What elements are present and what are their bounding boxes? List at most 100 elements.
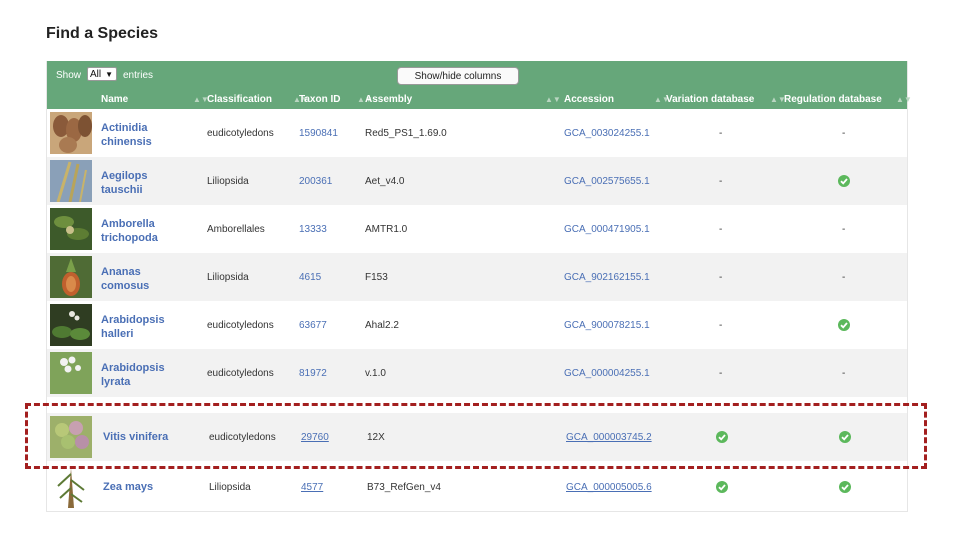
taxon-id-link[interactable]: 4577 bbox=[301, 463, 323, 511]
species-name: Zea mays bbox=[103, 481, 154, 493]
column-header-regulation[interactable]: Regulation database ▲▼ bbox=[784, 90, 912, 109]
classification-cell: eudicotyledons bbox=[207, 319, 274, 331]
table-row: Aegilops tauschii Liliopsida 200361 Aet_… bbox=[47, 157, 907, 205]
species-epithet: halleri bbox=[101, 328, 134, 340]
accession-link[interactable]: GCA_902162155.1 bbox=[564, 253, 650, 301]
entries-value: All bbox=[90, 69, 102, 80]
table-row: Actinidia chinensis eudicotyledons 15908… bbox=[47, 109, 907, 157]
species-epithet: lyrata bbox=[101, 376, 131, 388]
column-header-classification[interactable]: Classification ▲▼ bbox=[207, 90, 309, 109]
entries-label: entries bbox=[123, 70, 154, 81]
classification-cell: eudicotyledons bbox=[207, 127, 274, 139]
variation-cell: - bbox=[719, 367, 723, 379]
accession-link[interactable]: GCA_900078215.1 bbox=[564, 301, 650, 349]
species-epithet: comosus bbox=[101, 280, 150, 292]
table-row: Arabidopsis lyrata eudicotyledons 81972 … bbox=[47, 349, 907, 397]
page-title: Find a Species bbox=[46, 25, 159, 42]
taxon-id-link[interactable]: 4615 bbox=[299, 253, 321, 301]
taxon-id-link[interactable]: 1590841 bbox=[299, 109, 338, 157]
show-label: Show bbox=[56, 70, 82, 81]
assembly-cell: Ahal2.2 bbox=[365, 319, 399, 331]
species-epithet: tauschii bbox=[101, 184, 143, 196]
species-epithet: chinensis bbox=[101, 136, 152, 148]
species-image bbox=[50, 208, 92, 250]
regulation-cell: - bbox=[842, 223, 846, 235]
regulation-cell: - bbox=[842, 271, 846, 283]
regulation-cell bbox=[838, 157, 850, 205]
table-row: Amborella trichopoda Amborellales 13333 … bbox=[47, 205, 907, 253]
entries-select[interactable]: All ▼ bbox=[87, 67, 117, 81]
column-header-label: Variation database bbox=[666, 94, 755, 105]
taxon-id-link[interactable]: 81972 bbox=[299, 349, 327, 397]
sort-icon: ▲▼ bbox=[896, 95, 912, 104]
species-name-link[interactable]: Ananas comosus bbox=[101, 265, 201, 293]
classification-cell: Liliopsida bbox=[207, 271, 249, 283]
check-icon bbox=[839, 481, 851, 493]
variation-cell: - bbox=[719, 127, 723, 139]
assembly-cell: B73_RefGen_v4 bbox=[367, 481, 441, 493]
column-header-name[interactable]: Name ▲▼ bbox=[101, 90, 209, 109]
species-genus: Arabidopsis bbox=[101, 362, 165, 374]
column-header-taxon-id[interactable]: Taxon ID ▲▼ bbox=[299, 90, 373, 109]
accession-link[interactable]: GCA_003024255.1 bbox=[564, 109, 650, 157]
column-header-label: Name bbox=[101, 94, 129, 105]
regulation-cell: - bbox=[842, 127, 846, 139]
species-image bbox=[50, 112, 92, 154]
table-row: Zea mays Liliopsida 4577 B73_RefGen_v4 G… bbox=[47, 463, 907, 511]
check-icon bbox=[838, 319, 850, 331]
species-name-link[interactable]: Arabidopsis halleri bbox=[101, 313, 201, 341]
column-header-label: Accession bbox=[564, 94, 615, 105]
table-row: Arabidopsis halleri eudicotyledons 63677… bbox=[47, 301, 907, 349]
show-hide-columns-button[interactable]: Show/hide columns bbox=[397, 67, 519, 85]
regulation-cell bbox=[838, 301, 850, 349]
regulation-cell bbox=[839, 463, 851, 511]
classification-cell: eudicotyledons bbox=[207, 367, 274, 379]
table-row: Ananas comosus Liliopsida 4615 F153 GCA_… bbox=[47, 253, 907, 301]
column-header-assembly[interactable]: Assembly ▲▼ bbox=[365, 90, 561, 109]
highlight-box bbox=[25, 403, 927, 469]
species-genus: Amborella bbox=[101, 218, 155, 230]
variation-cell: - bbox=[719, 319, 723, 331]
species-genus: Ananas bbox=[101, 266, 141, 278]
species-image bbox=[50, 466, 92, 508]
column-header-variation[interactable]: Variation database ▲▼ bbox=[666, 90, 786, 109]
taxon-id-link[interactable]: 13333 bbox=[299, 205, 327, 253]
assembly-cell: F153 bbox=[365, 271, 388, 283]
accession-link[interactable]: GCA_000004255.1 bbox=[564, 349, 650, 397]
variation-cell: - bbox=[719, 223, 723, 235]
column-header-accession[interactable]: Accession ▲▼ bbox=[564, 90, 670, 109]
assembly-cell: Red5_PS1_1.69.0 bbox=[365, 127, 447, 139]
species-image bbox=[50, 352, 92, 394]
column-header-label: Assembly bbox=[365, 94, 413, 105]
assembly-cell: Aet_v4.0 bbox=[365, 175, 405, 187]
assembly-cell: AMTR1.0 bbox=[365, 223, 408, 235]
species-epithet: trichopoda bbox=[101, 232, 158, 244]
assembly-cell: v.1.0 bbox=[365, 367, 386, 379]
accession-link[interactable]: GCA_000005005.6 bbox=[566, 463, 652, 511]
accession-link[interactable]: GCA_002575655.1 bbox=[564, 157, 650, 205]
species-image bbox=[50, 304, 92, 346]
table-header: Name ▲▼ Classification ▲▼ Taxon ID ▲▼ As… bbox=[47, 90, 912, 109]
check-icon bbox=[838, 175, 850, 187]
table-toolbar: Show All ▼ entries Show/hide columns bbox=[47, 61, 907, 90]
classification-cell: Amborellales bbox=[207, 223, 265, 235]
regulation-cell: - bbox=[842, 367, 846, 379]
species-name-link[interactable]: Arabidopsis lyrata bbox=[101, 361, 201, 389]
taxon-id-link[interactable]: 200361 bbox=[299, 157, 332, 205]
species-name-link[interactable]: Zea mays bbox=[103, 480, 203, 494]
variation-cell bbox=[716, 463, 728, 511]
classification-cell: Liliopsida bbox=[209, 481, 251, 493]
classification-cell: Liliopsida bbox=[207, 175, 249, 187]
accession-link[interactable]: GCA_000471905.1 bbox=[564, 205, 650, 253]
variation-cell: - bbox=[719, 175, 723, 187]
species-genus: Arabidopsis bbox=[101, 314, 165, 326]
species-name-link[interactable]: Amborella trichopoda bbox=[101, 217, 201, 245]
taxon-id-link[interactable]: 63677 bbox=[299, 301, 327, 349]
variation-cell: - bbox=[719, 271, 723, 283]
species-image bbox=[50, 160, 92, 202]
species-image bbox=[50, 256, 92, 298]
chevron-down-icon: ▼ bbox=[105, 70, 113, 79]
species-genus: Actinidia bbox=[101, 122, 148, 134]
species-name-link[interactable]: Aegilops tauschii bbox=[101, 169, 201, 197]
species-name-link[interactable]: Actinidia chinensis bbox=[101, 121, 201, 149]
